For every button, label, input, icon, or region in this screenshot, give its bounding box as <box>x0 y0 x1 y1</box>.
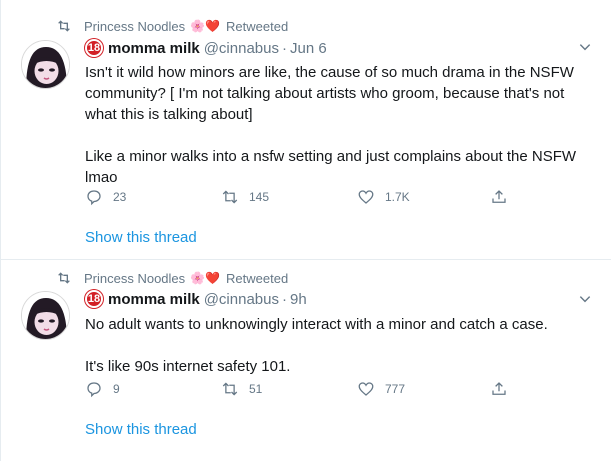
tweet-header: 18 momma milk @cinnabus · Jun 6 <box>85 38 327 58</box>
share-button[interactable] <box>490 188 518 206</box>
caret-down-icon[interactable] <box>578 40 592 54</box>
reply-count: 23 <box>113 190 127 204</box>
timestamp[interactable]: Jun 6 <box>290 40 327 57</box>
user-handle[interactable]: @cinnabus <box>204 40 279 57</box>
retweet-context: Princess Noodles 🌸❤️ Retweeted <box>56 16 288 36</box>
retweet-icon <box>58 272 70 284</box>
retweeter-name[interactable]: Princess Noodles <box>84 271 185 286</box>
show-thread-link[interactable]: Show this thread <box>85 421 197 438</box>
tweet-paragraph: It's like 90s internet safety 101. <box>85 358 291 375</box>
retweet-label: Retweeted <box>226 270 289 286</box>
display-name[interactable]: momma milk <box>108 291 200 308</box>
tweet[interactable]: Princess Noodles 🌸❤️ Retweeted 18 momma … <box>1 260 611 461</box>
tweet-actions: 23 145 1.7K <box>85 188 515 208</box>
user-handle[interactable]: @cinnabus <box>204 291 279 308</box>
avatar-illustration <box>22 292 69 339</box>
retweet-label: Retweeted <box>226 18 289 34</box>
retweet-icon <box>58 20 70 32</box>
retweet-count: 51 <box>249 382 263 396</box>
like-count: 1.7K <box>385 190 410 204</box>
avatar[interactable] <box>21 40 70 89</box>
like-count: 777 <box>385 382 406 396</box>
retweet-action-icon <box>222 190 238 204</box>
share-button[interactable] <box>490 380 518 398</box>
retweeter-emojis: 🌸❤️ <box>190 271 221 285</box>
tweet-paragraph: No adult wants to unknowingly interact w… <box>85 316 548 333</box>
like-icon <box>358 382 374 396</box>
tweet-header: 18 momma milk @cinnabus · 9h <box>85 289 307 309</box>
show-thread-link[interactable]: Show this thread <box>85 229 197 246</box>
reply-button[interactable]: 23 <box>85 188 126 206</box>
retweet-button[interactable]: 145 <box>221 188 269 206</box>
tweet-text: Isn't it wild how minors are like, the c… <box>85 62 590 188</box>
reply-count: 9 <box>113 382 120 396</box>
separator-dot: · <box>281 39 287 57</box>
share-icon <box>492 382 506 395</box>
tweet[interactable]: Princess Noodles 🌸❤️ Retweeted 18 momma … <box>1 0 611 260</box>
age-badge: 18 <box>85 39 103 57</box>
tweet-actions: 9 51 777 <box>85 380 515 400</box>
tweet-text: No adult wants to unknowingly interact w… <box>85 314 590 377</box>
caret-down-icon[interactable] <box>578 292 592 306</box>
retweeter-name[interactable]: Princess Noodles <box>84 19 185 34</box>
like-button[interactable]: 1.7K <box>357 188 410 206</box>
reply-button[interactable]: 9 <box>85 380 120 398</box>
timestamp[interactable]: 9h <box>290 291 307 308</box>
avatar-illustration <box>22 41 69 88</box>
retweet-action-icon <box>222 382 238 396</box>
retweeter-emojis: 🌸❤️ <box>190 19 221 33</box>
retweet-button[interactable]: 51 <box>221 380 262 398</box>
retweet-context: Princess Noodles 🌸❤️ Retweeted <box>56 268 288 288</box>
reply-icon <box>87 382 101 398</box>
like-button[interactable]: 777 <box>357 380 405 398</box>
tweet-paragraph: Isn't it wild how minors are like, the c… <box>85 64 574 123</box>
retweet-count: 145 <box>249 190 270 204</box>
separator-dot: · <box>281 290 287 308</box>
timeline: Princess Noodles 🌸❤️ Retweeted 18 momma … <box>0 0 611 461</box>
avatar[interactable] <box>21 291 70 340</box>
share-icon <box>492 190 506 203</box>
display-name[interactable]: momma milk <box>108 40 200 57</box>
tweet-paragraph: Like a minor walks into a nsfw setting a… <box>85 148 577 186</box>
age-badge: 18 <box>85 290 103 308</box>
reply-icon <box>87 190 101 206</box>
like-icon <box>358 190 374 204</box>
